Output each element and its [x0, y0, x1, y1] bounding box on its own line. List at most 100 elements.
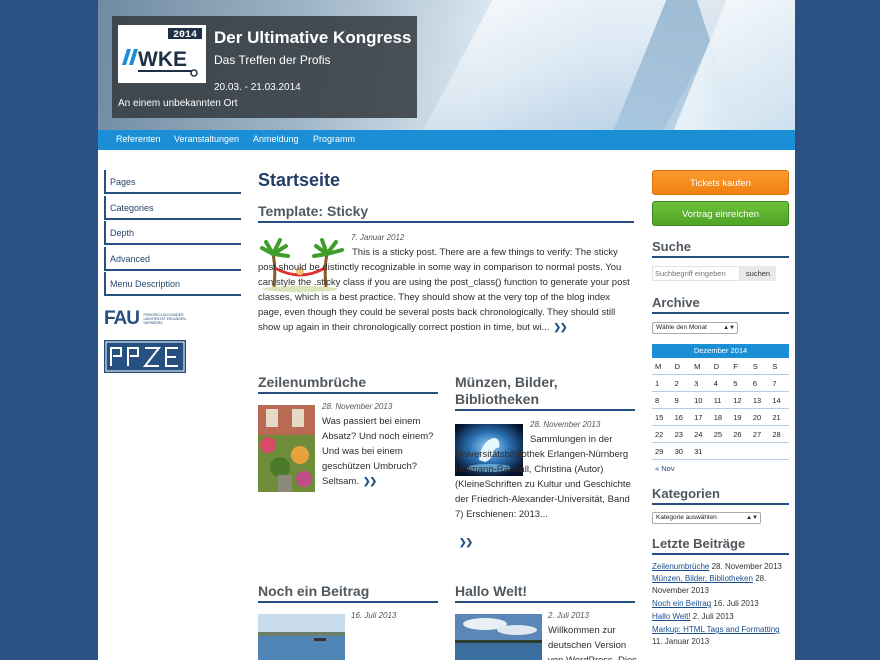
post-excerpt: Willkommen zur deutschen Version von Wor… [548, 623, 638, 660]
recent-post-item: Münzen, Bilder, Bibliotheken 28. Novembe… [652, 573, 789, 597]
calendar-week: 1234567 [652, 374, 789, 392]
post-excerpt: Sammlungen in der Universitätsbibliothek… [455, 432, 635, 522]
calendar-day [710, 442, 731, 460]
site-header: 2014 WKE Der Ultimative Kongress Das Tre… [98, 0, 795, 130]
recent-post-date: 2. Juli 2013 [692, 612, 734, 621]
read-more-link[interactable]: ❯❯ [363, 476, 377, 486]
calendar-day: 12 [730, 391, 750, 409]
calendar-day: 3 [691, 374, 711, 392]
post-title[interactable]: Zeilenumbrüche [258, 374, 438, 394]
tickets-button[interactable]: Tickets kaufen [652, 170, 789, 195]
post-title[interactable]: Hallo Welt! [455, 583, 635, 603]
nav-item-anmeldung[interactable]: Anmeldung [253, 134, 299, 144]
submit-talk-button[interactable]: Vortrag einreichen [652, 201, 789, 226]
post-title[interactable]: Template: Sticky [258, 203, 634, 223]
recent-post-link[interactable]: Hallo Welt! [652, 612, 691, 621]
search-heading: Suche [652, 239, 789, 258]
calendar-day: 15 [652, 408, 672, 426]
recent-post-link[interactable]: Münzen, Bilder, Bibliotheken [652, 574, 753, 583]
site-subtitle: Das Treffen der Profis [214, 53, 331, 67]
categories-select[interactable]: Kategorie auswählen ▲▼ [652, 512, 761, 524]
read-more-link[interactable]: ❯❯ [459, 537, 473, 548]
calendar-day: 29 [652, 442, 672, 460]
post-title[interactable]: Noch ein Beitrag [258, 583, 438, 603]
calendar-day: 10 [691, 391, 711, 409]
nav-item-programm[interactable]: Programm [313, 134, 355, 144]
header-decor [690, 0, 795, 130]
calendar-day [749, 442, 770, 460]
weekday: D [671, 358, 692, 375]
fau-logo[interactable]: FAU FRIEDRICH-ALEXANDER UNIVERSITÄT ERLA… [104, 308, 191, 330]
calendar-day: 19 [730, 408, 750, 426]
calendar-day: 17 [691, 408, 711, 426]
calendar-day: 27 [749, 425, 770, 443]
post-thumbnail[interactable] [455, 614, 542, 660]
categories-heading: Kategorien [652, 486, 789, 505]
calendar-weekdays: M D M D F S S [652, 358, 789, 375]
sidebar-item-depth[interactable]: Depth [104, 221, 241, 245]
weekday: S [749, 358, 770, 375]
search-input[interactable] [652, 266, 740, 281]
post-thumbnail[interactable] [258, 405, 315, 492]
recent-post-link[interactable]: Noch ein Beitrag [652, 599, 711, 608]
categories-select-value: Kategorie auswählen [656, 514, 717, 521]
post-date: 7. Januar 2012 [351, 233, 405, 242]
calendar-day: 6 [749, 374, 770, 392]
post-excerpt-text: Willkommen zur deutschen Version von Wor… [548, 625, 637, 660]
calendar-day [730, 442, 750, 460]
calendar-week: 8 9 10 11 12 13 14 [652, 391, 789, 409]
weekday: D [710, 358, 731, 375]
recent-post-date: 28. November 2013 [711, 562, 782, 571]
calendar-day: 24 [691, 425, 711, 443]
recent-posts-heading: Letzte Beiträge [652, 536, 789, 555]
recent-post-link[interactable]: Markup: HTML Tags and Formatting [652, 625, 780, 634]
post-title[interactable]: Münzen, Bilder, Bibliotheken [455, 374, 635, 411]
calendar-day: 25 [710, 425, 731, 443]
sidebar-item-categories[interactable]: Categories [104, 195, 241, 220]
calendar-day: 26 [730, 425, 750, 443]
sidebar-item-pages[interactable]: Pages [104, 170, 241, 194]
recent-post-item: Noch ein Beitrag 16. Juli 2013 [652, 598, 789, 610]
recent-post-item: Zeilenumbrüche 28. November 2013 [652, 561, 789, 573]
post-date: 28. November 2013 [322, 402, 393, 411]
calendar-day: 9 [671, 391, 692, 409]
rrze-logo[interactable] [104, 340, 186, 373]
archive-select[interactable]: Wähle den Monat ▲▼ [652, 322, 738, 334]
weekday: F [730, 358, 750, 375]
recent-post-date: 16. Juli 2013 [713, 599, 759, 608]
post-excerpt-text: Sammlungen in der Universitätsbibliothek… [455, 434, 631, 520]
post-thumbnail[interactable] [258, 614, 345, 660]
calendar-day: 20 [749, 408, 770, 426]
logo-year: 2014 [173, 30, 197, 41]
weekday: M [691, 358, 711, 375]
archive-select-value: Wähle den Monat [656, 324, 707, 331]
nav-item-veranstaltungen[interactable]: Veranstaltungen [174, 134, 239, 144]
recent-post-item: Hallo Welt! 2. Juli 2013 [652, 611, 789, 623]
calendar-day: 30 [671, 442, 692, 460]
post-excerpt-text: This is a sticky post. There are a few t… [258, 247, 630, 333]
calendar-caption: Dezember 2014 [652, 344, 789, 358]
calendar-day: 4 [710, 374, 731, 392]
calendar-prev-month-link[interactable]: « Nov [652, 464, 789, 473]
sidebar-item-menu-description[interactable]: Menu Description [104, 272, 241, 296]
post-date: 2. Juli 2013 [548, 611, 589, 620]
post-excerpt: Was passiert bei einem Absatz? Und noch … [322, 414, 438, 489]
site-logo[interactable]: 2014 WKE [118, 25, 206, 83]
brand-box: 2014 WKE Der Ultimative Kongress Das Tre… [112, 16, 417, 118]
post-date: 16. Juli 2013 [351, 611, 397, 620]
calendar: Dezember 2014 M D M D F S S 1234567 8 9 10… [652, 344, 789, 473]
calendar-week: 22 23 24 25 26 27 28 [652, 425, 789, 443]
site-title[interactable]: Der Ultimative Kongress [214, 28, 411, 48]
event-date: 20.03. - 21.03.2014 [214, 82, 301, 93]
search-button[interactable]: suchen [740, 266, 776, 281]
main-nav: Referenten Veranstaltungen Anmeldung Pro… [98, 130, 795, 150]
read-more-link[interactable]: ❯❯ [553, 322, 567, 332]
post-excerpt: This is a sticky post. There are a few t… [258, 245, 636, 335]
recent-post-link[interactable]: Zeilenumbrüche [652, 562, 709, 571]
calendar-day: 8 [652, 391, 672, 409]
sidebar-item-advanced[interactable]: Advanced [104, 246, 241, 271]
main-content: Startseite Template: Sticky 7. Januar 20… [258, 150, 638, 660]
post-excerpt-text: Was passiert bei einem Absatz? Und noch … [322, 416, 434, 487]
nav-item-referenten[interactable]: Referenten [116, 134, 161, 144]
recent-post-item: Markup: HTML Tags and Formatting 11. Jan… [652, 624, 789, 648]
